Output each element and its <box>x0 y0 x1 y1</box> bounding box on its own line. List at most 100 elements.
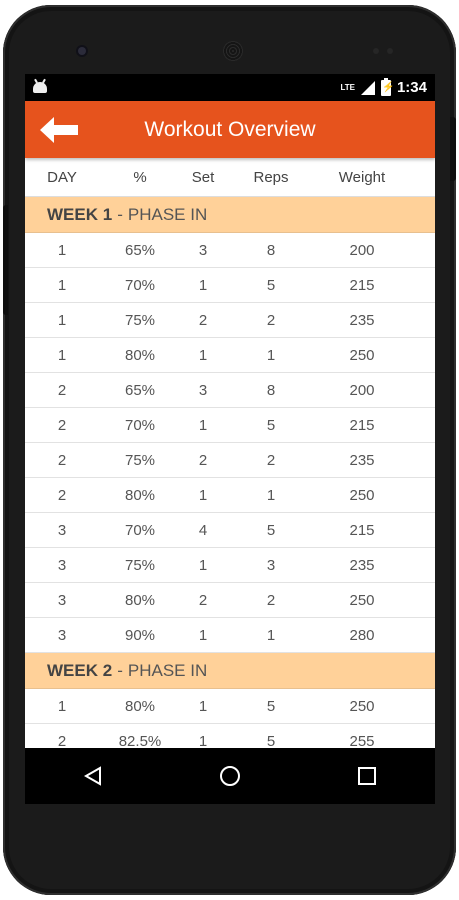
cell-day: 2 <box>57 381 67 399</box>
table-row[interactable]: 3 80% 2 2 250 <box>25 583 435 618</box>
table-row[interactable]: 1 70% 1 5 215 <box>25 268 435 303</box>
cell-percent: 70% <box>124 276 156 294</box>
earpiece-speaker <box>223 41 243 61</box>
cell-percent: 65% <box>124 241 156 259</box>
cell-reps: 8 <box>266 241 276 259</box>
column-reps: Reps <box>253 168 289 186</box>
cell-set: 2 <box>198 311 208 329</box>
cell-percent: 75% <box>124 311 156 329</box>
cell-reps: 5 <box>266 416 276 434</box>
table-row[interactable]: 2 70% 1 5 215 <box>25 408 435 443</box>
cell-weight: 255 <box>349 732 375 750</box>
week-label: WEEK 2 <box>47 660 113 680</box>
back-arrow-icon <box>40 116 78 143</box>
cell-day: 3 <box>57 591 67 609</box>
cell-set: 1 <box>198 416 208 434</box>
table-header: DAY % Set Reps Weight <box>25 158 435 197</box>
cell-set: 3 <box>198 381 208 399</box>
cell-weight: 235 <box>349 451 375 469</box>
cell-day: 2 <box>57 451 67 469</box>
table-row[interactable]: 2 75% 2 2 235 <box>25 443 435 478</box>
light-sensor <box>387 48 393 54</box>
cell-percent: 75% <box>124 451 156 469</box>
cell-day: 2 <box>57 416 67 434</box>
cell-weight: 250 <box>349 591 375 609</box>
proximity-sensor <box>373 48 379 54</box>
cell-weight: 215 <box>349 276 375 294</box>
cell-reps: 1 <box>266 346 276 364</box>
cell-weight: 215 <box>349 521 375 539</box>
week-header: WEEK 1- PHASE IN <box>25 197 435 233</box>
page-title: Workout Overview <box>144 117 316 141</box>
workout-table[interactable]: WEEK 1- PHASE IN 1 65% 3 8 200 1 70% 1 5 215 1 75% 2 2 2… <box>25 197 435 759</box>
cell-reps: 2 <box>266 591 276 609</box>
cell-weight: 200 <box>349 241 375 259</box>
cell-day: 3 <box>57 556 67 574</box>
week-phase: PHASE IN <box>127 660 208 680</box>
cell-set: 1 <box>198 276 208 294</box>
cell-set: 2 <box>198 451 208 469</box>
nav-back-button[interactable] <box>69 752 117 800</box>
cell-reps: 5 <box>266 697 276 715</box>
cell-set: 1 <box>198 346 208 364</box>
cell-percent: 65% <box>124 381 156 399</box>
cell-reps: 2 <box>266 311 276 329</box>
cell-reps: 5 <box>266 276 276 294</box>
cell-reps: 2 <box>266 451 276 469</box>
cell-day: 3 <box>57 626 67 644</box>
cell-weight: 280 <box>349 626 375 644</box>
nav-recents-button[interactable] <box>343 752 391 800</box>
cell-percent: 80% <box>124 486 156 504</box>
cell-reps: 5 <box>266 521 276 539</box>
table-row[interactable]: 1 65% 3 8 200 <box>25 233 435 268</box>
week-header: WEEK 2- PHASE IN <box>25 653 435 689</box>
cell-percent: 80% <box>124 697 156 715</box>
cell-day: 3 <box>57 521 67 539</box>
cell-reps: 1 <box>266 626 276 644</box>
cell-set: 1 <box>198 732 208 750</box>
week-separator: - <box>117 660 123 680</box>
cell-weight: 215 <box>349 416 375 434</box>
cell-reps: 3 <box>266 556 276 574</box>
table-row[interactable]: 2 65% 3 8 200 <box>25 373 435 408</box>
status-time: 1:34 <box>396 79 427 96</box>
cell-weight: 200 <box>349 381 375 399</box>
cell-percent: 80% <box>124 346 156 364</box>
week-label: WEEK 1 <box>47 204 113 224</box>
app-screen: LTE 1:34 Workout Overview DAY % Set Reps… <box>25 74 435 804</box>
cell-day: 1 <box>57 241 67 259</box>
cell-weight: 250 <box>349 486 375 504</box>
cell-percent: 80% <box>124 591 156 609</box>
table-row[interactable]: 1 80% 1 1 250 <box>25 338 435 373</box>
navigation-bar <box>25 748 435 804</box>
cell-percent: 90% <box>124 626 156 644</box>
cell-set: 1 <box>198 486 208 504</box>
cell-set: 2 <box>198 591 208 609</box>
cell-set: 4 <box>198 521 208 539</box>
nav-home-button[interactable] <box>206 752 254 800</box>
column-percent: % <box>133 168 147 186</box>
table-row[interactable]: 1 75% 2 2 235 <box>25 303 435 338</box>
cell-reps: 5 <box>266 732 276 750</box>
power-button <box>450 117 456 181</box>
week-phase: PHASE IN <box>127 204 208 224</box>
volume-button <box>3 205 8 315</box>
cell-weight: 235 <box>349 556 375 574</box>
table-row[interactable]: 1 80% 1 5 250 <box>25 689 435 724</box>
cell-percent: 70% <box>124 416 156 434</box>
cell-day: 1 <box>57 346 67 364</box>
cell-percent: 75% <box>124 556 156 574</box>
signal-icon <box>360 80 375 95</box>
nav-home-icon <box>219 766 240 786</box>
cell-weight: 250 <box>349 346 375 364</box>
network-type: LTE <box>340 82 355 92</box>
column-set: Set <box>191 168 215 186</box>
table-row[interactable]: 3 70% 4 5 215 <box>25 513 435 548</box>
table-row[interactable]: 3 90% 1 1 280 <box>25 618 435 653</box>
cell-weight: 250 <box>349 697 375 715</box>
nav-recents-icon <box>357 767 376 785</box>
table-row[interactable]: 2 80% 1 1 250 <box>25 478 435 513</box>
cell-set: 3 <box>198 241 208 259</box>
back-button[interactable] <box>37 108 81 152</box>
table-row[interactable]: 3 75% 1 3 235 <box>25 548 435 583</box>
